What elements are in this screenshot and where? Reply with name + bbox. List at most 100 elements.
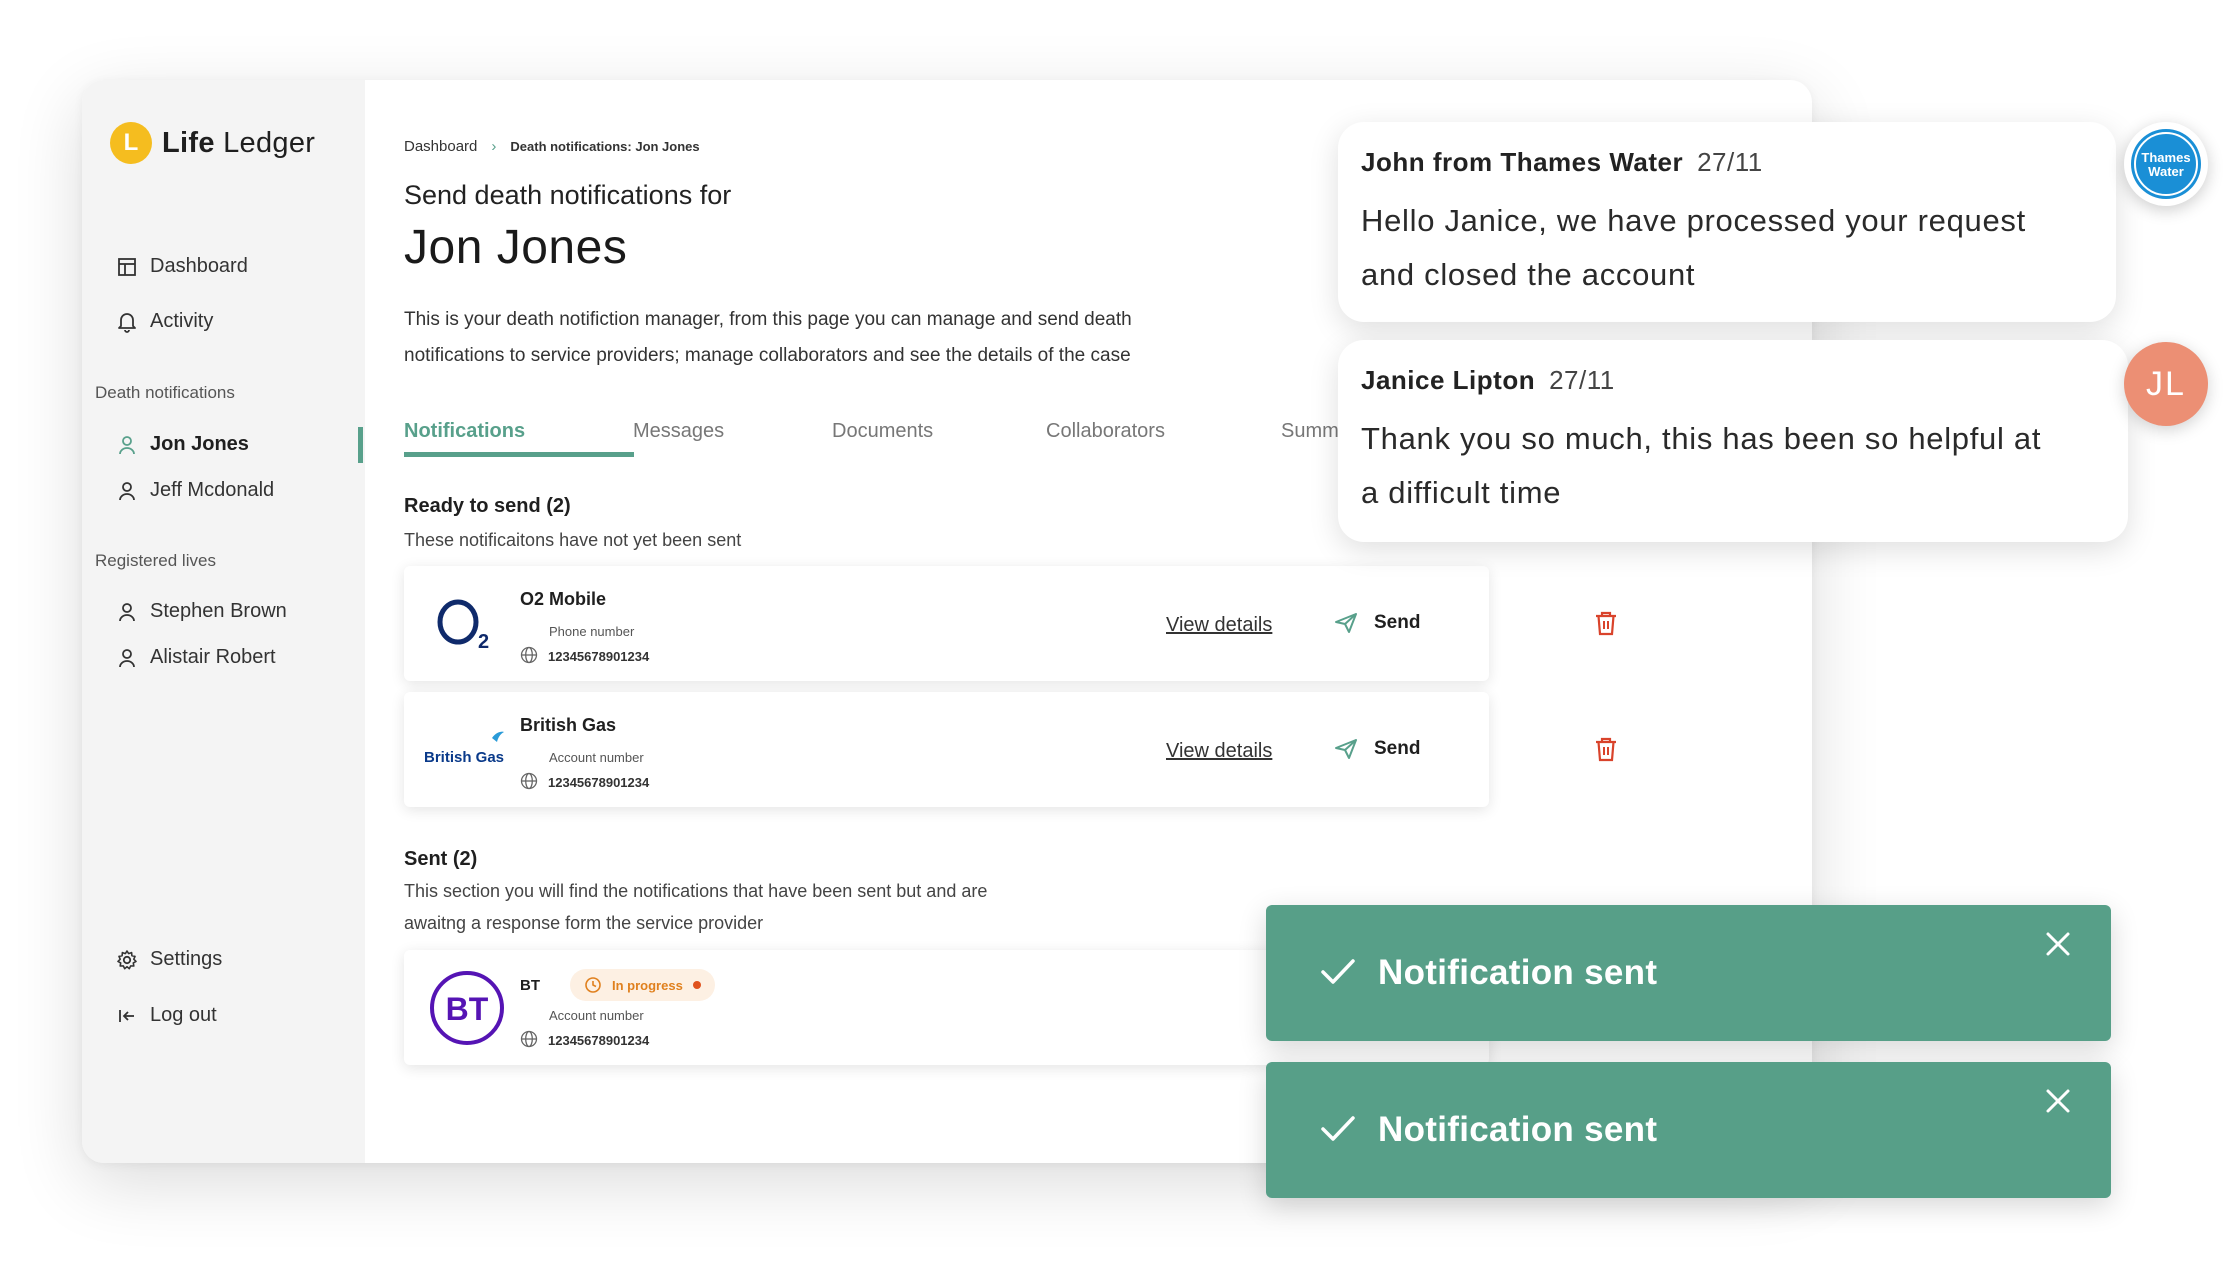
- status-badge: In progress: [570, 969, 715, 1001]
- svg-text:British Gas: British Gas: [424, 749, 504, 766]
- message-meta: John from Thames Water 27/11: [1361, 147, 1763, 178]
- sidebar-item-dashboard[interactable]: Dashboard: [116, 255, 248, 278]
- life-ledger-logo[interactable]: L Life Ledger: [110, 122, 315, 164]
- view-details-link[interactable]: View details: [1166, 614, 1272, 637]
- sidebar-item-label: Settings: [150, 948, 223, 970]
- message-author: Janice Lipton: [1361, 365, 1536, 395]
- tab-bar: Notifications Messages Documents Collabo…: [404, 420, 1404, 464]
- message-date: 27/11: [1549, 365, 1615, 395]
- toast-notification: Notification sent: [1266, 1062, 2111, 1198]
- tab-active-underline: [404, 452, 634, 457]
- field-label: Account number: [549, 750, 644, 765]
- tab-summary[interactable]: Summ: [1281, 420, 1339, 443]
- breadcrumb-root[interactable]: Dashboard: [404, 138, 477, 155]
- send-icon: [1335, 613, 1357, 633]
- tab-documents[interactable]: Documents: [832, 420, 933, 443]
- chevron-right-icon: ›: [491, 138, 497, 155]
- ready-section-subtitle: These notificaitons have not yet been se…: [404, 530, 742, 550]
- person-icon: [116, 434, 138, 456]
- send-icon: [1335, 739, 1357, 759]
- sidebar-item-alistair-robert[interactable]: Alistair Robert: [116, 646, 276, 669]
- tab-notifications[interactable]: Notifications: [404, 420, 525, 443]
- field-label: Account number: [549, 1008, 644, 1023]
- check-icon: [1320, 957, 1356, 992]
- message-meta: Janice Lipton 27/11: [1361, 365, 1615, 396]
- breadcrumb-current: Death notifications: Jon Jones: [510, 139, 700, 154]
- page-title: Jon Jones: [404, 221, 628, 274]
- person-icon: [116, 647, 138, 669]
- sidebar-item-label: Stephen Brown: [150, 600, 287, 622]
- close-icon[interactable]: [2045, 1088, 2071, 1119]
- chat-message-thames-water: John from Thames Water 27/11 Hello Janice…: [1338, 122, 2116, 322]
- tab-collaborators[interactable]: Collaborators: [1046, 420, 1165, 443]
- dashboard-icon: [116, 256, 138, 278]
- sidebar-item-label: Jeff Mcdonald: [150, 479, 275, 501]
- send-button[interactable]: Send: [1334, 612, 1420, 634]
- close-icon[interactable]: [2045, 931, 2071, 962]
- clock-icon: [585, 977, 601, 993]
- provider-name: BT: [520, 977, 540, 994]
- notification-card-british-gas: British Gas British Gas Account number 1…: [404, 692, 1489, 807]
- field-label: Phone number: [549, 624, 635, 639]
- svg-text:Water: Water: [2148, 164, 2184, 179]
- trash-icon[interactable]: [1594, 610, 1618, 641]
- bt-logo: BT: [422, 950, 512, 1065]
- sidebar: L Life Ledger Dashboard Activity Death n…: [82, 80, 365, 1163]
- check-icon: [1320, 1114, 1356, 1149]
- globe-icon: [520, 646, 538, 667]
- view-details-link[interactable]: View details: [1166, 740, 1272, 763]
- toast-text: Notification sent: [1378, 1110, 1658, 1149]
- svg-text:BT: BT: [446, 991, 489, 1027]
- globe-icon: [520, 1030, 538, 1051]
- sidebar-item-activity[interactable]: Activity: [116, 310, 213, 333]
- bell-icon: [116, 311, 138, 333]
- gear-icon: [116, 949, 138, 971]
- message-date: 27/11: [1697, 147, 1763, 177]
- provider-name: British Gas: [520, 715, 617, 735]
- sidebar-item-label: Alistair Robert: [150, 646, 276, 668]
- field-value: 12345678901234: [520, 646, 649, 667]
- status-dot: [692, 981, 701, 989]
- svg-text:Thames: Thames: [2141, 150, 2190, 165]
- toast-notification: Notification sent: [1266, 905, 2111, 1041]
- page-description: This is your death notifiction manager, …: [404, 309, 1132, 366]
- sidebar-item-stephen-brown[interactable]: Stephen Brown: [116, 600, 287, 623]
- message-author: John from Thames Water: [1361, 147, 1684, 177]
- person-icon: [116, 480, 138, 502]
- sidebar-item-label: Activity: [150, 310, 214, 332]
- ready-section-title: Ready to send (2): [404, 495, 571, 517]
- notification-card-o2: 2 O2 Mobile Phone number 12345678901234 …: [404, 566, 1489, 681]
- janice-lipton-avatar: JL: [2124, 342, 2208, 426]
- registered-lives-heading: Registered lives: [95, 551, 216, 570]
- message-text: Hello Janice, we have processed your req…: [1361, 203, 2026, 292]
- chat-message-janice-lipton: Janice Lipton 27/11 Thank you so much, th…: [1338, 340, 2128, 542]
- breadcrumb: Dashboard › Death notifications: Jon Jon…: [404, 138, 700, 155]
- sidebar-item-settings[interactable]: Settings: [116, 948, 222, 971]
- person-icon: [116, 601, 138, 623]
- sidebar-item-jon-jones[interactable]: Jon Jones: [116, 433, 249, 456]
- sidebar-item-label: Log out: [150, 1004, 217, 1026]
- sent-section-title: Sent (2): [404, 848, 478, 870]
- sidebar-item-label: Dashboard: [150, 255, 248, 277]
- logo-mark: L: [110, 122, 152, 164]
- sidebar-item-logout[interactable]: Log out: [116, 1004, 217, 1027]
- tab-messages[interactable]: Messages: [633, 420, 724, 443]
- logout-icon: [116, 1005, 138, 1027]
- british-gas-logo: British Gas: [422, 692, 512, 807]
- sidebar-item-label: Jon Jones: [150, 433, 249, 455]
- thames-water-avatar: Thames Water: [2124, 122, 2208, 206]
- o2-logo: 2: [422, 566, 512, 681]
- field-value: 12345678901234: [520, 772, 649, 793]
- sidebar-item-jeff-mcdonald[interactable]: Jeff Mcdonald: [116, 479, 274, 502]
- globe-icon: [520, 772, 538, 793]
- sent-section-subtitle: This section you will find the notificat…: [404, 881, 988, 933]
- death-notifications-heading: Death notifications: [95, 383, 235, 402]
- field-value: 12345678901234: [520, 1030, 649, 1051]
- logo-text: Life Ledger: [162, 126, 316, 159]
- message-text: Thank you so much, this has been so help…: [1361, 421, 2042, 510]
- page-subtitle: Send death notifications for: [404, 180, 732, 210]
- send-button[interactable]: Send: [1334, 738, 1420, 760]
- toast-text: Notification sent: [1378, 953, 1658, 992]
- active-indicator: [358, 427, 363, 463]
- trash-icon[interactable]: [1594, 736, 1618, 767]
